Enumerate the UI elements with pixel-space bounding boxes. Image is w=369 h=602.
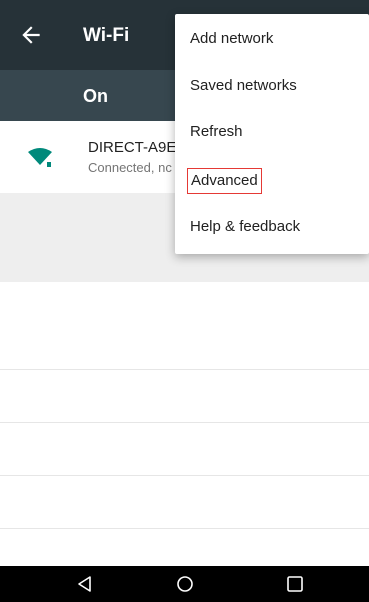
menu-item-label: Refresh xyxy=(190,123,243,140)
nav-home-icon[interactable] xyxy=(175,574,195,594)
arrow-back-icon[interactable] xyxy=(18,22,44,48)
menu-item-label: Saved networks xyxy=(190,77,297,94)
menu-item-label: Add network xyxy=(190,30,274,47)
nav-recents-icon[interactable] xyxy=(285,574,305,594)
menu-item-add-network[interactable]: Add network xyxy=(175,17,369,63)
menu-item-help-feedback[interactable]: Help & feedback xyxy=(175,205,369,251)
menu-item-refresh[interactable]: Refresh xyxy=(175,110,369,156)
page-title: Wi-Fi xyxy=(83,25,130,46)
list-divider xyxy=(0,528,369,529)
system-nav-bar xyxy=(0,566,369,602)
menu-item-saved-networks[interactable]: Saved networks xyxy=(175,64,369,110)
list-divider xyxy=(0,422,369,423)
overflow-menu: Add network Saved networks Refresh Advan… xyxy=(175,14,369,254)
network-status: Connected, nc xyxy=(88,160,172,175)
list-divider xyxy=(0,369,369,370)
network-name: DIRECT-A9E xyxy=(88,139,177,156)
wifi-toggle-label: On xyxy=(83,86,108,106)
menu-item-label: Help & feedback xyxy=(190,218,301,235)
menu-item-label: Advanced xyxy=(187,168,262,194)
wifi-signal-icon xyxy=(28,148,52,167)
menu-item-advanced[interactable]: Advanced xyxy=(175,158,369,204)
list-divider xyxy=(0,475,369,476)
nav-back-icon[interactable] xyxy=(75,574,95,594)
